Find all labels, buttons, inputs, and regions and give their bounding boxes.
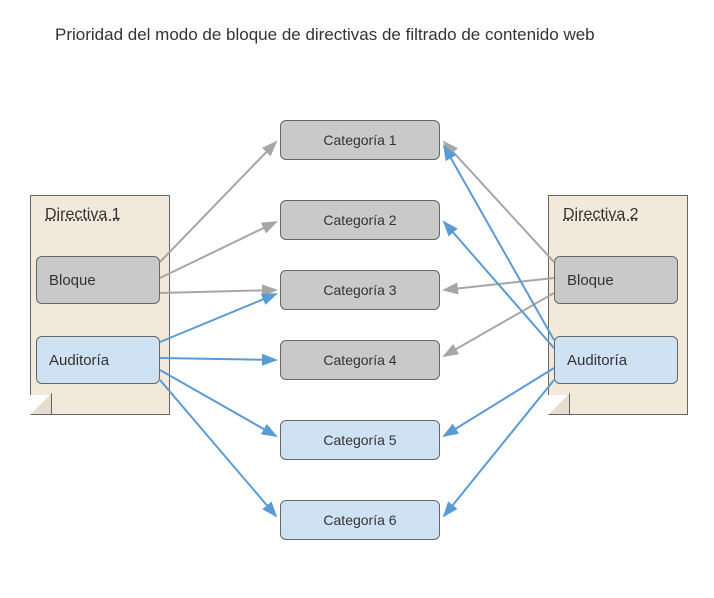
arrow-p1-audit-c4 bbox=[160, 358, 276, 360]
category-6-label: Categoría 6 bbox=[323, 512, 396, 528]
arrow-p2-audit-c5 bbox=[444, 368, 554, 436]
arrow-p1-block-c1 bbox=[160, 142, 276, 262]
arrow-p1-audit-c6 bbox=[160, 380, 276, 516]
policy-2-panel: Directiva 2 Bloque Auditoría bbox=[548, 195, 688, 415]
category-4: Categoría 4 bbox=[280, 340, 440, 380]
category-1-label: Categoría 1 bbox=[323, 132, 396, 148]
policy-1-title: Directiva 1 bbox=[31, 196, 169, 234]
category-4-label: Categoría 4 bbox=[323, 352, 396, 368]
arrow-p2-block-c4 bbox=[444, 293, 554, 356]
diagram-title: Prioridad del modo de bloque de directiv… bbox=[0, 0, 714, 45]
policy-1-audit-label: Auditoría bbox=[49, 352, 109, 369]
arrow-p2-audit-c1 bbox=[444, 146, 554, 340]
policy-1-panel: Directiva 1 Bloque Auditoría bbox=[30, 195, 170, 415]
category-2: Categoría 2 bbox=[280, 200, 440, 240]
policy-2-audit-label: Auditoría bbox=[567, 352, 627, 369]
arrow-p2-audit-c2 bbox=[444, 222, 554, 348]
arrow-p1-audit-c3 bbox=[160, 294, 276, 342]
category-5-label: Categoría 5 bbox=[323, 432, 396, 448]
policy-2-title: Directiva 2 bbox=[549, 196, 687, 234]
category-3: Categoría 3 bbox=[280, 270, 440, 310]
policy-2-block-label: Bloque bbox=[567, 272, 614, 289]
arrow-p1-block-c3 bbox=[160, 290, 276, 293]
policy-2-audit-mode: Auditoría bbox=[554, 336, 678, 384]
category-6: Categoría 6 bbox=[280, 500, 440, 540]
category-3-label: Categoría 3 bbox=[323, 282, 396, 298]
policy-2-block-mode: Bloque bbox=[554, 256, 678, 304]
arrow-p2-block-c3 bbox=[444, 278, 554, 290]
category-2-label: Categoría 2 bbox=[323, 212, 396, 228]
arrow-p1-block-c2 bbox=[160, 222, 276, 278]
arrow-p2-block-c1 bbox=[444, 142, 554, 262]
arrow-p2-audit-c6 bbox=[444, 380, 554, 516]
arrow-p1-audit-c5 bbox=[160, 370, 276, 436]
policy-1-block-label: Bloque bbox=[49, 272, 96, 289]
policy-1-audit-mode: Auditoría bbox=[36, 336, 160, 384]
category-5: Categoría 5 bbox=[280, 420, 440, 460]
category-1: Categoría 1 bbox=[280, 120, 440, 160]
policy-1-block-mode: Bloque bbox=[36, 256, 160, 304]
